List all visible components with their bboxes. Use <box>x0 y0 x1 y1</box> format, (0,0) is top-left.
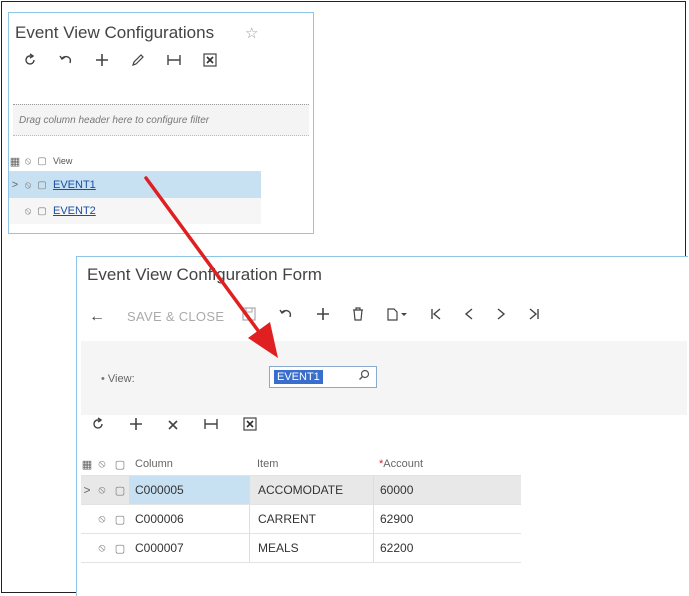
column-header-view[interactable]: View <box>49 156 72 166</box>
column-header-account[interactable]: * Account <box>373 453 483 475</box>
attachment-icon: ⦸ <box>24 155 32 167</box>
next-icon[interactable] <box>496 307 506 326</box>
grid-settings-icon[interactable]: ▦ <box>81 458 93 471</box>
note-icon[interactable]: ▢ <box>111 513 129 526</box>
add-icon[interactable] <box>316 307 330 326</box>
page-title: Event View Configurations <box>15 23 215 42</box>
cell-item[interactable]: MEALS <box>249 534 373 562</box>
cell-item[interactable]: ACCOMODATE <box>249 476 373 504</box>
cell-account[interactable]: 62200 <box>373 534 483 562</box>
attachment-icon[interactable]: ⦸ <box>93 542 111 555</box>
first-icon[interactable] <box>430 307 442 326</box>
table-row[interactable]: > ⦸ ▢ C000005 ACCOMODATE 60000 <box>81 476 521 505</box>
row-expander-icon[interactable]: > <box>81 483 93 497</box>
edit-icon[interactable] <box>127 49 149 71</box>
view-selector-input[interactable]: EVENT1 <box>269 366 377 388</box>
grid-header-row: ▦ ⦸ ▢ Column Item * Account <box>81 453 521 476</box>
cell-account[interactable]: 60000 <box>373 476 483 504</box>
export-excel-icon[interactable] <box>199 49 221 71</box>
cell-column[interactable]: C000006 <box>129 505 249 533</box>
save-close-button[interactable]: SAVE & CLOSE <box>127 309 224 324</box>
column-header-item[interactable]: Item <box>249 453 373 475</box>
view-input-value[interactable]: EVENT1 <box>274 370 323 384</box>
column-header-column[interactable]: Column <box>129 453 249 475</box>
form-title: Event View Configuration Form <box>87 265 322 284</box>
attachment-icon[interactable]: ⦸ <box>93 513 111 526</box>
attachment-icon: ⦸ <box>98 457 106 470</box>
fit-columns-icon[interactable] <box>203 417 219 436</box>
note-icon[interactable]: ▢ <box>35 206 49 217</box>
view-link[interactable]: EVENT2 <box>49 205 96 217</box>
undo-icon[interactable] <box>278 307 294 326</box>
add-icon[interactable] <box>129 417 143 436</box>
cell-account[interactable]: 62900 <box>373 505 483 533</box>
last-icon[interactable] <box>528 307 540 326</box>
previous-icon[interactable] <box>464 307 474 326</box>
attachment-icon[interactable]: ⦸ <box>93 484 111 497</box>
grid-settings-icon[interactable]: ▦ <box>9 155 21 168</box>
add-icon[interactable] <box>91 49 113 71</box>
grid-toolbar <box>91 417 281 436</box>
note-icon[interactable]: ▢ <box>111 484 129 497</box>
top-toolbar <box>19 49 235 71</box>
note-icon: ▢ <box>114 458 126 471</box>
filter-drop-zone[interactable]: Drag column header here to configure fil… <box>13 104 309 136</box>
view-label: • View: <box>101 373 135 385</box>
export-excel-icon[interactable] <box>243 417 257 436</box>
table-row[interactable]: > ⦸ ▢ EVENT1 <box>9 172 261 198</box>
view-link[interactable]: EVENT1 <box>49 179 96 191</box>
note-icon[interactable]: ▢ <box>111 542 129 555</box>
row-expander-icon[interactable]: > <box>9 179 21 191</box>
delete-icon[interactable] <box>352 307 364 326</box>
note-icon[interactable]: ▢ <box>35 180 49 191</box>
cell-column[interactable]: C000007 <box>129 534 249 562</box>
search-icon[interactable] <box>358 369 370 384</box>
save-icon[interactable] <box>242 307 256 326</box>
table-row[interactable]: ⦸ ▢ EVENT2 <box>9 198 261 224</box>
favorite-star-icon[interactable]: ☆ <box>245 24 258 42</box>
table-row[interactable]: ⦸ ▢ C000006 CARRENT 62900 <box>81 505 521 534</box>
grid-header-row: ▦ ⦸ ▢ View <box>9 151 261 172</box>
note-icon: ▢ <box>37 155 47 167</box>
refresh-icon[interactable] <box>19 49 41 71</box>
fit-columns-icon[interactable] <box>163 49 185 71</box>
delete-row-icon[interactable] <box>167 418 179 436</box>
columns-grid: ▦ ⦸ ▢ Column Item * Account > ⦸ ▢ C000005… <box>81 453 521 563</box>
form-toolbar: ← SAVE & CLOSE <box>89 307 540 326</box>
undo-icon[interactable] <box>55 49 77 71</box>
form-summary-area: • View: EVENT1 <box>81 341 687 415</box>
event-view-configuration-form-panel: Event View Configuration Form ← SAVE & C… <box>76 256 688 596</box>
cell-column[interactable]: C000005 <box>129 476 249 504</box>
views-grid: ▦ ⦸ ▢ View > ⦸ ▢ EVENT1 ⦸ ▢ EVENT2 <box>9 151 261 224</box>
table-row[interactable]: ⦸ ▢ C000007 MEALS 62200 <box>81 534 521 563</box>
back-icon[interactable]: ← <box>89 308 105 326</box>
copy-paste-icon[interactable] <box>386 307 408 326</box>
cell-item[interactable]: CARRENT <box>249 505 373 533</box>
attachment-icon[interactable]: ⦸ <box>21 206 35 217</box>
attachment-icon[interactable]: ⦸ <box>21 180 35 191</box>
event-view-configurations-panel: Event View Configurations ☆ Drag column … <box>8 12 314 234</box>
refresh-icon[interactable] <box>91 417 105 436</box>
